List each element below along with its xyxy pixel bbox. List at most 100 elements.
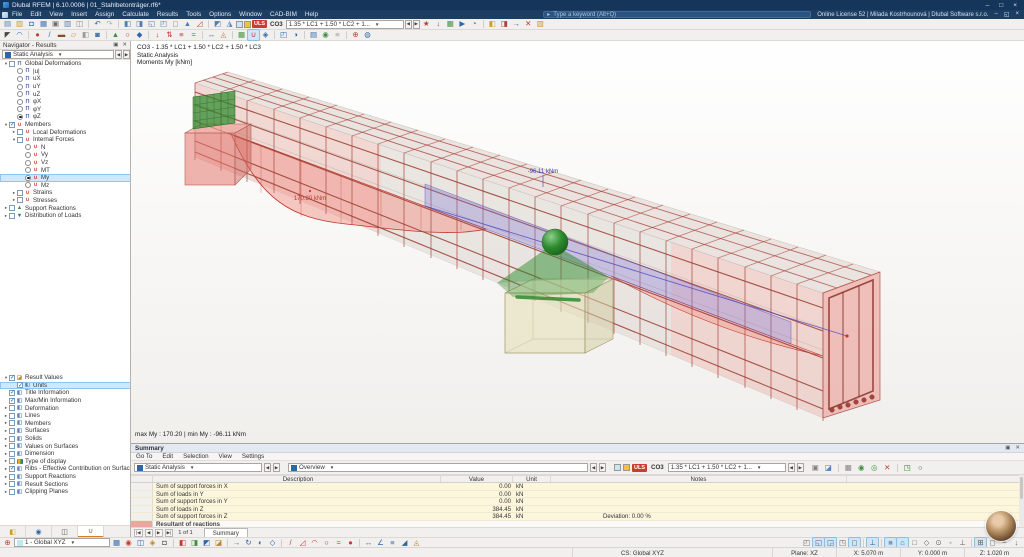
tree-item[interactable]: ▸ ◧ Surfaces	[0, 427, 131, 435]
move-icon[interactable]: →	[231, 538, 242, 548]
tree-item[interactable]: ∪ My	[0, 174, 131, 182]
tree-item[interactable]: ▾ ◪ Result Values	[0, 374, 131, 382]
tree-control[interactable]	[17, 106, 23, 112]
tree-item[interactable]: ◧ Units	[0, 382, 131, 390]
table-tab-summary[interactable]: Summary	[204, 528, 248, 538]
nodal-load-icon[interactable]: ↓	[152, 30, 163, 40]
tree-control[interactable]	[9, 413, 15, 419]
eccentricity-icon[interactable]: ◆	[134, 30, 145, 40]
menu-item[interactable]: Results	[153, 11, 182, 18]
tree-item[interactable]: Π |u|	[0, 68, 131, 76]
copy-icon[interactable]: ◫	[74, 19, 85, 29]
grid-icon[interactable]: ▤	[308, 30, 319, 40]
sep[interactable]	[28, 31, 29, 39]
tree-item[interactable]: ∪ N	[0, 144, 131, 152]
window-tile-icon[interactable]: ◰	[158, 19, 169, 29]
sep[interactable]	[232, 31, 233, 39]
tree-item[interactable]: Π φZ	[0, 113, 131, 121]
tab-results[interactable]: ∪	[78, 526, 104, 537]
table-grid-icon[interactable]: ▦	[843, 463, 854, 473]
tree-item[interactable]: ▸ ◧ Deformation	[0, 404, 131, 412]
dimension-icon[interactable]: ↔	[206, 30, 217, 40]
tree-item[interactable]: ▸ ◧ Result Sections	[0, 480, 131, 488]
annotation-icon[interactable]: ◬	[218, 30, 229, 40]
menu-item[interactable]: CAD-BIM	[266, 11, 301, 18]
tree-item[interactable]: ▸ ▼ Distribution of Loads	[0, 212, 131, 220]
select-lasso-icon[interactable]: ◠	[14, 30, 25, 40]
section-icon[interactable]: ◿	[194, 19, 205, 29]
tree-item[interactable]: ▸ ∪ Strains	[0, 189, 131, 197]
tree-control[interactable]	[9, 489, 15, 495]
redo-icon[interactable]: ↷	[104, 19, 115, 29]
hinge-tool-icon[interactable]: ○	[122, 30, 133, 40]
line-tool-icon[interactable]: /	[44, 30, 55, 40]
render-solid-icon[interactable]: ■	[885, 538, 896, 548]
relations-icon[interactable]: ◉	[856, 463, 867, 473]
previous-combination-button[interactable]: ◀	[405, 20, 412, 29]
previous-combination-button[interactable]: ◀	[788, 463, 795, 472]
tree-control[interactable]	[17, 137, 23, 143]
wireframe-icon[interactable]: □	[909, 538, 920, 548]
child-restore-button[interactable]: ◱	[1004, 11, 1010, 18]
print-icon[interactable]: ▣	[50, 19, 61, 29]
table-row[interactable]: Sum of support forces in Z 384.45 kN Dev…	[131, 513, 1024, 521]
sep[interactable]	[483, 20, 484, 28]
fullscreen-icon[interactable]: ⊞	[975, 538, 986, 548]
menu-item[interactable]: File	[8, 11, 26, 18]
sep[interactable]	[88, 20, 89, 28]
print-graphic-icon[interactable]: ◻	[170, 19, 181, 29]
visibility-icon[interactable]: ◑	[290, 30, 301, 40]
refresh-icon[interactable]: ◎	[869, 463, 880, 473]
ortho-icon[interactable]: ◫	[135, 538, 146, 548]
snap-mid-icon[interactable]: ◦	[945, 538, 956, 548]
maximize-button[interactable]: □	[999, 2, 1003, 9]
tree-item[interactable]: ▸ ◧ Values on Surfaces	[0, 442, 131, 450]
analysis-type-combo[interactable]: Static Analysis ▼	[2, 50, 114, 59]
menu-item[interactable]: View	[45, 11, 67, 18]
next-table-button[interactable]: ▶	[273, 463, 280, 472]
sep[interactable]	[304, 31, 305, 39]
snap-icon[interactable]: ◉	[320, 30, 331, 40]
tree-item[interactable]: ▸ ∪ Local Deformations	[0, 128, 131, 136]
report-icon[interactable]: ▥	[62, 19, 73, 29]
tree-control[interactable]	[9, 405, 15, 411]
tree-control[interactable]	[25, 167, 31, 173]
menu-item[interactable]: Options	[205, 11, 235, 18]
model-viewport[interactable]: CO3 - 1.35 * LC1 + 1.50 * LC2 + 1.50 * L…	[131, 41, 1024, 443]
guideline-icon[interactable]: ◈	[147, 538, 158, 548]
home-view-icon[interactable]: ⌂	[897, 538, 908, 548]
import-icon[interactable]: ◘	[26, 19, 37, 29]
tree-item[interactable]: ▸ ◧ Members	[0, 420, 131, 428]
sep[interactable]	[897, 464, 898, 472]
plane-yz-icon[interactable]: ◨	[189, 538, 200, 548]
sep[interactable]	[106, 31, 107, 39]
menu-item[interactable]: Tools	[182, 11, 205, 18]
tree-control[interactable]	[9, 390, 15, 396]
node-tool-icon[interactable]: ●	[32, 30, 43, 40]
toggle-panel-2[interactable]: ◱	[813, 538, 824, 548]
table-combination-combo[interactable]: 1.35 * LC1 + 1.50 * LC2 + 1... ▼	[668, 463, 786, 472]
menu-item[interactable]: Help	[301, 11, 322, 18]
close-panel-icon[interactable]: ✕	[1015, 445, 1020, 451]
local-cs-icon[interactable]: ⊥	[867, 538, 878, 548]
tree-control[interactable]	[9, 420, 15, 426]
sep[interactable]	[227, 539, 228, 547]
draw-spline-icon[interactable]: ≈	[333, 538, 344, 548]
tree-control[interactable]	[9, 122, 15, 128]
next-view-button[interactable]: ▶	[599, 463, 606, 472]
tree-control[interactable]	[17, 68, 23, 74]
close-panel-icon[interactable]: ✕	[122, 42, 127, 48]
tree-item[interactable]: ▸ ◧ Ribs - Effective Contribution on Sur…	[0, 465, 131, 473]
table-menu-item[interactable]: Selection	[178, 453, 213, 460]
previous-case-button[interactable]: ◀	[115, 50, 122, 59]
tree-item[interactable]: ▸ ∪ Stresses	[0, 197, 131, 205]
up-icon[interactable]: ▲	[182, 19, 193, 29]
pager-button[interactable]: ◀	[145, 529, 153, 537]
tree-item[interactable]: ∪ MT	[0, 166, 131, 174]
sep[interactable]	[274, 31, 275, 39]
surface-tool-icon[interactable]: ▱	[68, 30, 79, 40]
measure-length-icon[interactable]: ↔	[363, 538, 374, 548]
tree-control[interactable]	[9, 375, 15, 381]
result-color-swatch[interactable]	[614, 464, 621, 471]
tree-item[interactable]: ▸ ◧ Clipping Planes	[0, 488, 131, 496]
